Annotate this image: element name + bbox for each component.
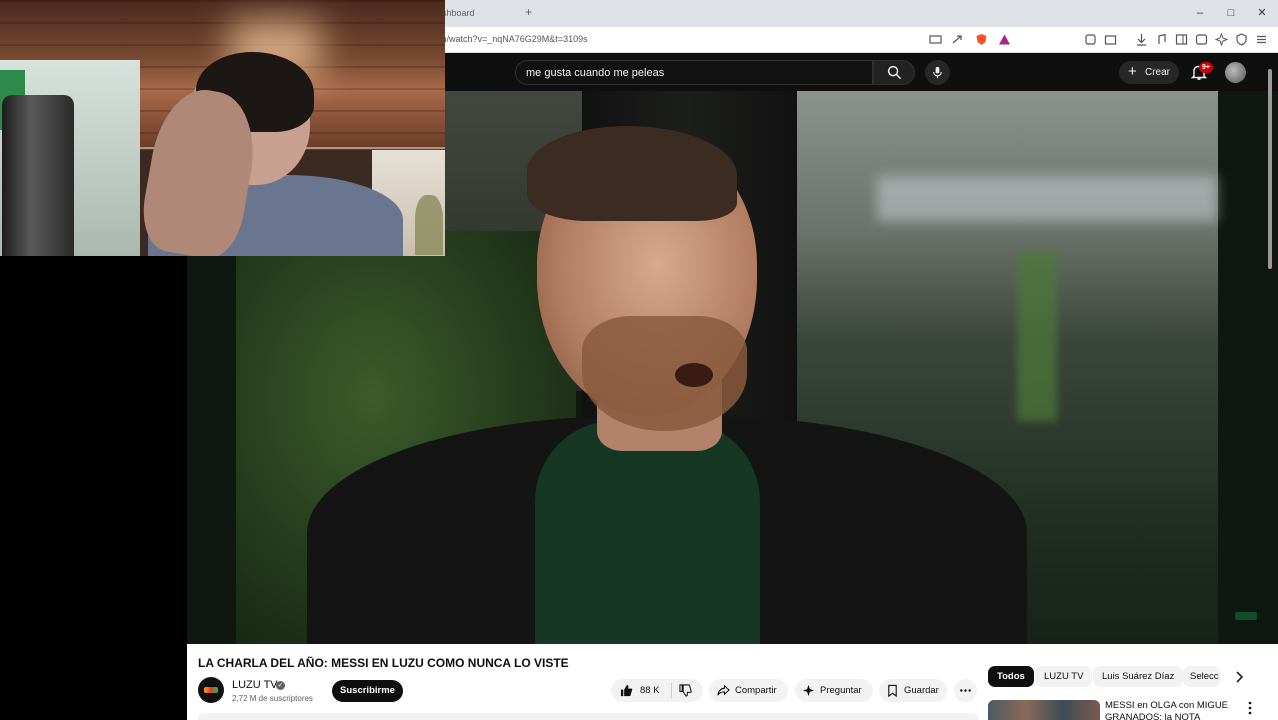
rewards-icon[interactable] bbox=[998, 33, 1011, 46]
chip-todos[interactable]: Todos bbox=[988, 666, 1034, 687]
leo-ai-icon[interactable] bbox=[1215, 33, 1228, 46]
channel-name[interactable]: LUZU TV bbox=[232, 679, 278, 691]
extensions-icon[interactable] bbox=[1084, 33, 1097, 46]
recommendation-menu-icon[interactable] bbox=[1247, 701, 1253, 715]
screen: shboard + – □ ✕ m/watch?v=_nqNA76G29M&t=… bbox=[0, 0, 1278, 720]
dislike-icon[interactable] bbox=[679, 684, 692, 697]
scrollbar-thumb[interactable] bbox=[1268, 69, 1272, 269]
wallet-icon[interactable] bbox=[1104, 33, 1117, 46]
description-box[interactable] bbox=[198, 713, 978, 720]
create-label: Crear bbox=[1145, 67, 1171, 78]
search-icon bbox=[887, 65, 902, 80]
mic-icon bbox=[933, 66, 942, 79]
account-avatar[interactable] bbox=[1225, 62, 1246, 83]
ask-label: Preguntar bbox=[820, 685, 862, 696]
subscriber-count: 2,72 M de suscriptores bbox=[232, 694, 313, 703]
brave-shield-icon[interactable] bbox=[975, 33, 988, 46]
chip-selecc[interactable]: Selecc bbox=[1183, 666, 1220, 687]
search-query: me gusta cuando me peleas bbox=[526, 67, 665, 79]
download-icon[interactable] bbox=[1135, 33, 1148, 46]
page-scrollbar[interactable] bbox=[1266, 55, 1274, 720]
new-tab-icon[interactable]: + bbox=[525, 5, 532, 19]
recommendation-title[interactable]: MESSI en OLGA con MIGUE GRANADOS: la NOT… bbox=[1105, 700, 1235, 720]
recommendation-thumbnail[interactable] bbox=[988, 700, 1100, 720]
subscribe-button[interactable]: Suscribirme bbox=[332, 680, 403, 702]
tab-search-icon[interactable] bbox=[1195, 33, 1208, 46]
thermos bbox=[2, 95, 74, 256]
like-count[interactable]: 88 K bbox=[640, 685, 660, 696]
maximize-button[interactable]: □ bbox=[1221, 4, 1241, 22]
channel-avatar[interactable] bbox=[198, 677, 224, 703]
notification-badge: 9+ bbox=[1199, 62, 1213, 73]
verified-icon: ✓ bbox=[276, 681, 285, 690]
search-input[interactable]: me gusta cuando me peleas bbox=[515, 60, 873, 85]
create-button[interactable]: + Crear bbox=[1119, 61, 1179, 84]
close-window-button[interactable]: ✕ bbox=[1252, 4, 1272, 22]
save-button[interactable]: Guardar bbox=[879, 679, 947, 702]
save-label: Guardar bbox=[904, 685, 939, 696]
search-button[interactable] bbox=[873, 60, 915, 85]
sidebar-icon[interactable] bbox=[1175, 33, 1188, 46]
url-text[interactable]: m/watch?v=_nqNA76G29M&t=3109s bbox=[439, 34, 588, 44]
bookmark-icon bbox=[888, 684, 897, 697]
video-title: LA CHARLA DEL AÑO: MESSI EN LUZU COMO NU… bbox=[198, 656, 569, 670]
voice-search-button[interactable] bbox=[925, 60, 950, 85]
plus-icon: + bbox=[1128, 63, 1137, 80]
minimize-button[interactable]: – bbox=[1190, 4, 1210, 22]
like-icon[interactable] bbox=[620, 684, 633, 697]
tab-title: shboard bbox=[442, 8, 475, 18]
webcam-overlay bbox=[0, 0, 445, 256]
share-icon bbox=[717, 684, 730, 696]
share-label: Compartir bbox=[735, 685, 777, 696]
share-page-icon[interactable] bbox=[951, 33, 964, 46]
more-icon bbox=[960, 689, 971, 692]
screen-cast-icon[interactable] bbox=[929, 33, 942, 46]
chip-luis-suarez[interactable]: Luis Suárez Díaz bbox=[1093, 666, 1184, 687]
vpn-shield-icon[interactable] bbox=[1235, 33, 1248, 46]
like-dislike-group: 88 K bbox=[611, 679, 703, 702]
christmas-tree bbox=[415, 195, 443, 255]
music-icon[interactable] bbox=[1155, 33, 1168, 46]
channel-watermark bbox=[1235, 612, 1257, 620]
chip-luzu-tv[interactable]: LUZU TV bbox=[1035, 666, 1093, 687]
share-button[interactable]: Compartir bbox=[709, 679, 788, 702]
menu-icon[interactable] bbox=[1255, 33, 1268, 46]
more-actions-button[interactable] bbox=[954, 679, 977, 702]
video-details: LA CHARLA DEL AÑO: MESSI EN LUZU COMO NU… bbox=[187, 644, 1278, 720]
chevron-right-icon[interactable] bbox=[1232, 670, 1246, 684]
ask-button[interactable]: Preguntar bbox=[795, 679, 873, 702]
sparkle-icon bbox=[802, 684, 815, 697]
